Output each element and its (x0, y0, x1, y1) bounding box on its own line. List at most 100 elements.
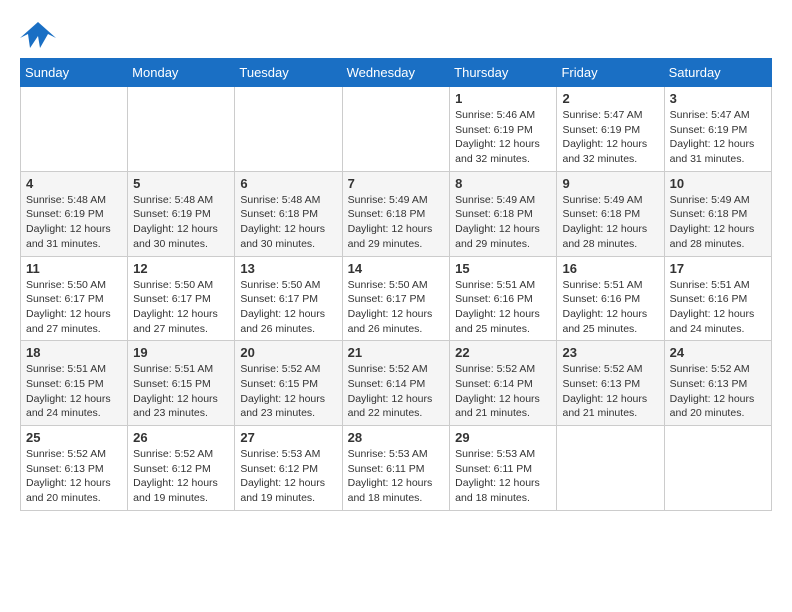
calendar-cell: 9 Sunrise: 5:49 AM Sunset: 6:18 PM Daylig… (557, 171, 664, 256)
calendar-cell (342, 87, 450, 172)
day-number: 2 (562, 91, 658, 106)
day-number: 28 (348, 430, 445, 445)
day-number: 15 (455, 261, 551, 276)
calendar-cell: 28 Sunrise: 5:53 AM Sunset: 6:11 PM Dayli… (342, 426, 450, 511)
day-number: 29 (455, 430, 551, 445)
calendar-week-row: 18 Sunrise: 5:51 AM Sunset: 6:15 PM Dayli… (21, 341, 772, 426)
day-header-sunday: Sunday (21, 59, 128, 87)
calendar-cell: 2 Sunrise: 5:47 AM Sunset: 6:19 PM Daylig… (557, 87, 664, 172)
day-detail: Sunrise: 5:49 AM Sunset: 6:18 PM Dayligh… (562, 193, 658, 252)
day-number: 7 (348, 176, 445, 191)
calendar-cell: 18 Sunrise: 5:51 AM Sunset: 6:15 PM Dayli… (21, 341, 128, 426)
day-detail: Sunrise: 5:48 AM Sunset: 6:18 PM Dayligh… (240, 193, 336, 252)
calendar-cell: 11 Sunrise: 5:50 AM Sunset: 6:17 PM Dayli… (21, 256, 128, 341)
day-header-thursday: Thursday (450, 59, 557, 87)
day-header-saturday: Saturday (664, 59, 771, 87)
day-number: 13 (240, 261, 336, 276)
day-detail: Sunrise: 5:52 AM Sunset: 6:14 PM Dayligh… (455, 362, 551, 421)
day-number: 1 (455, 91, 551, 106)
calendar-cell: 7 Sunrise: 5:49 AM Sunset: 6:18 PM Daylig… (342, 171, 450, 256)
day-number: 12 (133, 261, 229, 276)
calendar-cell: 23Sunrise: 5:52 AM Sunset: 6:13 PM Dayli… (557, 341, 664, 426)
day-detail: Sunrise: 5:47 AM Sunset: 6:19 PM Dayligh… (562, 108, 658, 167)
calendar-cell: 22 Sunrise: 5:52 AM Sunset: 6:14 PM Dayli… (450, 341, 557, 426)
day-header-tuesday: Tuesday (235, 59, 342, 87)
day-detail: Sunrise: 5:50 AM Sunset: 6:17 PM Dayligh… (133, 278, 229, 337)
day-detail: Sunrise: 5:48 AM Sunset: 6:19 PM Dayligh… (26, 193, 122, 252)
calendar-header-row: SundayMondayTuesdayWednesdayThursdayFrid… (21, 59, 772, 87)
day-number: 20 (240, 345, 336, 360)
day-number: 18 (26, 345, 122, 360)
day-detail: Sunrise: 5:50 AM Sunset: 6:17 PM Dayligh… (348, 278, 445, 337)
day-detail: Sunrise: 5:52 AM Sunset: 6:12 PM Dayligh… (133, 447, 229, 506)
day-detail: Sunrise: 5:52 AM Sunset: 6:15 PM Dayligh… (240, 362, 336, 421)
day-number: 22 (455, 345, 551, 360)
day-detail: Sunrise: 5:53 AM Sunset: 6:11 PM Dayligh… (455, 447, 551, 506)
day-number: 17 (670, 261, 766, 276)
day-number: 4 (26, 176, 122, 191)
day-detail: Sunrise: 5:51 AM Sunset: 6:16 PM Dayligh… (670, 278, 766, 337)
calendar-cell: 8 Sunrise: 5:49 AM Sunset: 6:18 PM Daylig… (450, 171, 557, 256)
day-detail: Sunrise: 5:51 AM Sunset: 6:16 PM Dayligh… (455, 278, 551, 337)
day-detail: Sunrise: 5:50 AM Sunset: 6:17 PM Dayligh… (240, 278, 336, 337)
day-detail: Sunrise: 5:52 AM Sunset: 6:13 PM Dayligh… (26, 447, 122, 506)
day-number: 5 (133, 176, 229, 191)
day-number: 25 (26, 430, 122, 445)
calendar-cell: 3 Sunrise: 5:47 AM Sunset: 6:19 PM Daylig… (664, 87, 771, 172)
day-number: 26 (133, 430, 229, 445)
day-detail: Sunrise: 5:52 AM Sunset: 6:13 PM Dayligh… (670, 362, 766, 421)
day-detail: Sunrise: 5:52 AM Sunset: 6:13 PM Dayligh… (562, 362, 658, 421)
page-header (20, 20, 772, 50)
calendar-cell (557, 426, 664, 511)
calendar-cell: 6 Sunrise: 5:48 AM Sunset: 6:18 PM Daylig… (235, 171, 342, 256)
day-detail: Sunrise: 5:49 AM Sunset: 6:18 PM Dayligh… (348, 193, 445, 252)
calendar-cell: 21 Sunrise: 5:52 AM Sunset: 6:14 PM Dayli… (342, 341, 450, 426)
day-detail: Sunrise: 5:47 AM Sunset: 6:19 PM Dayligh… (670, 108, 766, 167)
calendar-table: SundayMondayTuesdayWednesdayThursdayFrid… (20, 58, 772, 511)
calendar-cell: 5 Sunrise: 5:48 AM Sunset: 6:19 PM Daylig… (128, 171, 235, 256)
calendar-cell (235, 87, 342, 172)
calendar-week-row: 11 Sunrise: 5:50 AM Sunset: 6:17 PM Dayli… (21, 256, 772, 341)
calendar-cell: 1Sunrise: 5:46 AM Sunset: 6:19 PM Daylig… (450, 87, 557, 172)
calendar-cell: 26 Sunrise: 5:52 AM Sunset: 6:12 PM Dayli… (128, 426, 235, 511)
calendar-week-row: 4 Sunrise: 5:48 AM Sunset: 6:19 PM Daylig… (21, 171, 772, 256)
day-number: 21 (348, 345, 445, 360)
day-detail: Sunrise: 5:52 AM Sunset: 6:14 PM Dayligh… (348, 362, 445, 421)
day-number: 9 (562, 176, 658, 191)
day-detail: Sunrise: 5:51 AM Sunset: 6:16 PM Dayligh… (562, 278, 658, 337)
calendar-cell (128, 87, 235, 172)
day-detail: Sunrise: 5:53 AM Sunset: 6:11 PM Dayligh… (348, 447, 445, 506)
logo (20, 20, 60, 50)
day-number: 8 (455, 176, 551, 191)
calendar-cell: 19 Sunrise: 5:51 AM Sunset: 6:15 PM Dayli… (128, 341, 235, 426)
day-number: 19 (133, 345, 229, 360)
calendar-cell: 29 Sunrise: 5:53 AM Sunset: 6:11 PM Dayli… (450, 426, 557, 511)
calendar-cell: 25 Sunrise: 5:52 AM Sunset: 6:13 PM Dayli… (21, 426, 128, 511)
calendar-cell: 27Sunrise: 5:53 AM Sunset: 6:12 PM Dayli… (235, 426, 342, 511)
logo-icon (20, 20, 56, 50)
day-number: 24 (670, 345, 766, 360)
day-header-monday: Monday (128, 59, 235, 87)
calendar-cell (21, 87, 128, 172)
day-number: 16 (562, 261, 658, 276)
day-detail: Sunrise: 5:50 AM Sunset: 6:17 PM Dayligh… (26, 278, 122, 337)
calendar-week-row: 1Sunrise: 5:46 AM Sunset: 6:19 PM Daylig… (21, 87, 772, 172)
calendar-cell (664, 426, 771, 511)
calendar-cell: 4 Sunrise: 5:48 AM Sunset: 6:19 PM Daylig… (21, 171, 128, 256)
day-detail: Sunrise: 5:51 AM Sunset: 6:15 PM Dayligh… (133, 362, 229, 421)
calendar-cell: 24 Sunrise: 5:52 AM Sunset: 6:13 PM Dayli… (664, 341, 771, 426)
calendar-cell: 20 Sunrise: 5:52 AM Sunset: 6:15 PM Dayli… (235, 341, 342, 426)
day-number: 6 (240, 176, 336, 191)
day-detail: Sunrise: 5:48 AM Sunset: 6:19 PM Dayligh… (133, 193, 229, 252)
calendar-cell: 12 Sunrise: 5:50 AM Sunset: 6:17 PM Dayli… (128, 256, 235, 341)
day-number: 3 (670, 91, 766, 106)
day-number: 27 (240, 430, 336, 445)
calendar-cell: 17 Sunrise: 5:51 AM Sunset: 6:16 PM Dayli… (664, 256, 771, 341)
calendar-cell: 16 Sunrise: 5:51 AM Sunset: 6:16 PM Dayli… (557, 256, 664, 341)
day-number: 11 (26, 261, 122, 276)
calendar-week-row: 25 Sunrise: 5:52 AM Sunset: 6:13 PM Dayli… (21, 426, 772, 511)
day-detail: Sunrise: 5:49 AM Sunset: 6:18 PM Dayligh… (455, 193, 551, 252)
day-detail: Sunrise: 5:51 AM Sunset: 6:15 PM Dayligh… (26, 362, 122, 421)
calendar-cell: 14 Sunrise: 5:50 AM Sunset: 6:17 PM Dayli… (342, 256, 450, 341)
day-number: 14 (348, 261, 445, 276)
